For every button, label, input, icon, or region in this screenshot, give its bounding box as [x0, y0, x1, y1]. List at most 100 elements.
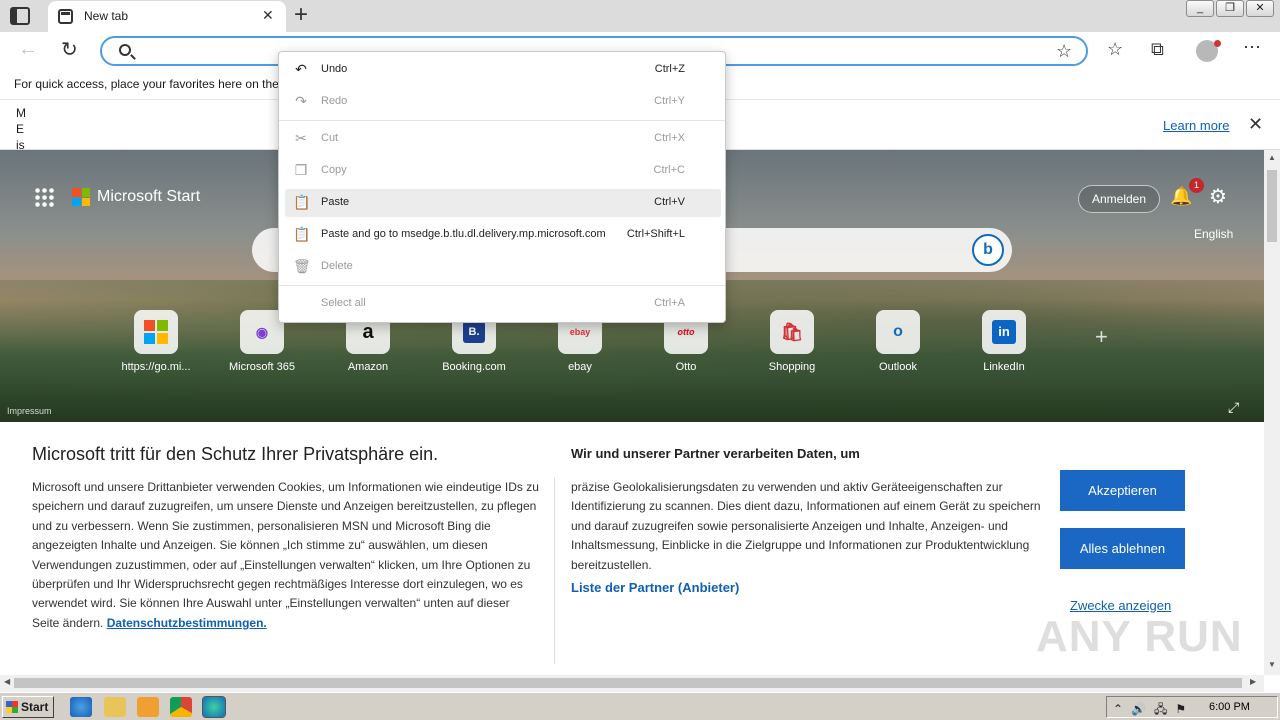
menu-item-label: Select all — [321, 297, 366, 309]
menu-item-delete[interactable]: 🗑 Delete — [285, 253, 721, 281]
partners-list-link[interactable]: Liste der Partner (Anbieter) — [571, 580, 739, 595]
minimize-button[interactable]: _ — [1186, 0, 1214, 17]
copy-icon: ❐ — [294, 162, 308, 178]
brand-name: Microsoft Start — [97, 188, 201, 205]
system-tray: ⌃🔊🖧⚑ 6:00 PM — [1106, 696, 1278, 718]
menu-item-undo[interactable]: ↶ Undo Ctrl+Z — [285, 56, 721, 84]
learn-more-link[interactable]: Learn more — [1163, 118, 1229, 133]
add-favorite-icon[interactable]: ☆ — [1056, 41, 1072, 62]
microsoft-logo-icon — [72, 188, 90, 206]
privacy-link[interactable]: Datenschutzbestimmungen. — [107, 616, 267, 630]
quick-link-tile[interactable]: https://go.mi... — [121, 310, 191, 373]
menu-item-shortcut: Ctrl+Shift+L — [626, 228, 685, 240]
new-tab-button[interactable]: + — [294, 2, 308, 28]
menu-item-label: Redo — [321, 95, 348, 107]
undo-icon: ↶ — [295, 61, 307, 77]
tab-close-icon[interactable]: ✕ — [262, 7, 274, 24]
partners-text: präzise Geolokalisierungsdaten zu verwen… — [571, 480, 1041, 572]
horizontal-scrollbar[interactable]: ◀ ▶ — [0, 675, 1264, 692]
tray-icons[interactable]: ⌃🔊🖧⚑ — [1113, 700, 1194, 720]
menu-separator — [279, 285, 725, 286]
taskbar: Start ⌃🔊🖧⚑ 6:00 PM — [0, 692, 1280, 720]
settings-gear-icon[interactable]: ⚙ — [1209, 184, 1227, 209]
ie-icon[interactable] — [70, 697, 92, 717]
consent-title: Microsoft tritt für den Schutz Ihrer Pri… — [32, 444, 439, 464]
ms-tile-icon — [134, 310, 178, 354]
tab-new-tab[interactable]: New tab ✕ — [48, 1, 286, 32]
paste-go-icon: 📋 — [293, 226, 311, 242]
vertical-scroll-thumb[interactable] — [1267, 170, 1277, 242]
collections-icon[interactable]: ⧉ — [1151, 39, 1164, 60]
impressum-link[interactable]: Impressum — [7, 406, 52, 416]
menu-item-paste[interactable]: 📋 Paste Ctrl+V — [285, 189, 721, 217]
scroll-up-icon[interactable]: ▲ — [1268, 153, 1276, 162]
cookie-consent-dialog: Microsoft tritt für den Schutz Ihrer Pri… — [0, 422, 1264, 675]
accept-button[interactable]: Akzeptieren — [1060, 470, 1185, 511]
sign-in-button[interactable]: Anmelden — [1078, 185, 1160, 213]
media-player-icon[interactable] — [137, 697, 159, 717]
vertical-scrollbar[interactable]: ▲ ▼ — [1264, 150, 1280, 675]
notification-badge: 1 — [1189, 178, 1204, 193]
menu-item-cut[interactable]: ✂ Cut Ctrl+X — [285, 125, 721, 153]
scroll-left-icon[interactable]: ◀ — [4, 677, 10, 686]
explorer-icon[interactable] — [104, 697, 126, 717]
edge-icon[interactable] — [202, 696, 226, 718]
start-button[interactable]: Start — [2, 696, 54, 718]
menu-item-shortcut: Ctrl+Z — [654, 63, 685, 75]
maximize-button[interactable]: ❐ — [1216, 0, 1244, 17]
menu-item-copy[interactable]: ❐ Copy Ctrl+C — [285, 157, 721, 185]
delete-icon: 🗑 — [293, 258, 311, 274]
menu-item-label: Undo — [321, 63, 348, 75]
favorites-icon[interactable]: ☆ — [1107, 39, 1123, 60]
cut-icon: ✂ — [295, 130, 307, 146]
reject-all-button[interactable]: Alles ablehnen — [1060, 528, 1185, 569]
profile-avatar[interactable] — [1196, 40, 1221, 62]
close-window-button[interactable]: ✕ — [1246, 0, 1274, 17]
tab-title: New tab — [84, 9, 129, 23]
app-launcher-icon[interactable] — [34, 187, 54, 207]
outlook-icon: o — [876, 310, 920, 354]
menu-item-label: Cut — [321, 132, 339, 144]
search-icon — [119, 44, 131, 56]
scroll-right-icon[interactable]: ▶ — [1250, 677, 1256, 686]
horizontal-scroll-thumb[interactable] — [14, 678, 1242, 688]
anyrun-watermark: ANY RUN — [1036, 612, 1243, 661]
menu-item-select-all[interactable]: Select all Ctrl+A — [285, 290, 721, 318]
menu-separator — [279, 120, 725, 121]
window-controls: _ ❐ ✕ — [1184, 0, 1274, 17]
consent-body: Microsoft und unsere Drittanbieter verwe… — [32, 480, 539, 630]
linkedin-glyph: in — [992, 320, 1016, 344]
show-purposes-link[interactable]: Zwecke anzeigen — [1070, 598, 1171, 613]
menu-item-shortcut: Ctrl+X — [654, 132, 685, 144]
tile-label: LinkedIn — [983, 361, 1025, 373]
address-context-menu: ↶ Undo Ctrl+Z ↷ Redo Ctrl+Y ✂ Cut Ctrl+X… — [278, 51, 726, 323]
tab-strip: New tab ✕ + _ ❐ ✕ — [0, 0, 1280, 32]
bing-chat-icon[interactable]: b — [972, 234, 1004, 266]
expand-icon[interactable]: ⤢ — [1228, 399, 1239, 416]
menu-item-shortcut: Ctrl+V — [654, 196, 685, 208]
back-arrow-icon[interactable]: ← — [18, 38, 38, 61]
menu-item-paste-and-go[interactable]: 📋 Paste and go to msedge.b.tlu.dl.delive… — [285, 221, 721, 249]
menu-item-shortcut: Ctrl+C — [653, 164, 685, 176]
menu-item-label: Paste — [321, 196, 350, 208]
new-tab-favicon-icon — [58, 9, 73, 24]
tab-actions-icon[interactable] — [10, 7, 30, 25]
language-selector[interactable]: English — [1194, 227, 1233, 241]
more-options-icon[interactable]: ⋯ — [1243, 37, 1261, 58]
add-quick-link-icon[interactable]: + — [1095, 324, 1108, 350]
quick-link-tile[interactable]: 🛍 Shopping — [769, 310, 815, 373]
scroll-down-icon[interactable]: ▼ — [1268, 660, 1276, 669]
menu-item-label: Delete — [321, 260, 353, 272]
menu-item-shortcut: Ctrl+Y — [654, 95, 685, 107]
favorites-bar-hint: For quick access, place your favorites h… — [14, 77, 286, 91]
consent-text: Microsoft und unsere Drittanbieter verwe… — [32, 478, 540, 633]
refresh-icon[interactable]: ↻ — [61, 37, 78, 62]
quick-link-tile[interactable]: in LinkedIn — [981, 310, 1027, 373]
chrome-icon[interactable] — [170, 697, 192, 717]
quick-link-tile[interactable]: o Outlook — [875, 310, 921, 373]
redo-icon: ↷ — [295, 93, 307, 109]
consent-divider — [554, 478, 555, 664]
clock: 6:00 PM — [1209, 701, 1250, 713]
menu-item-redo[interactable]: ↷ Redo Ctrl+Y — [285, 88, 721, 116]
info-bar-close-icon[interactable]: ✕ — [1248, 114, 1263, 135]
